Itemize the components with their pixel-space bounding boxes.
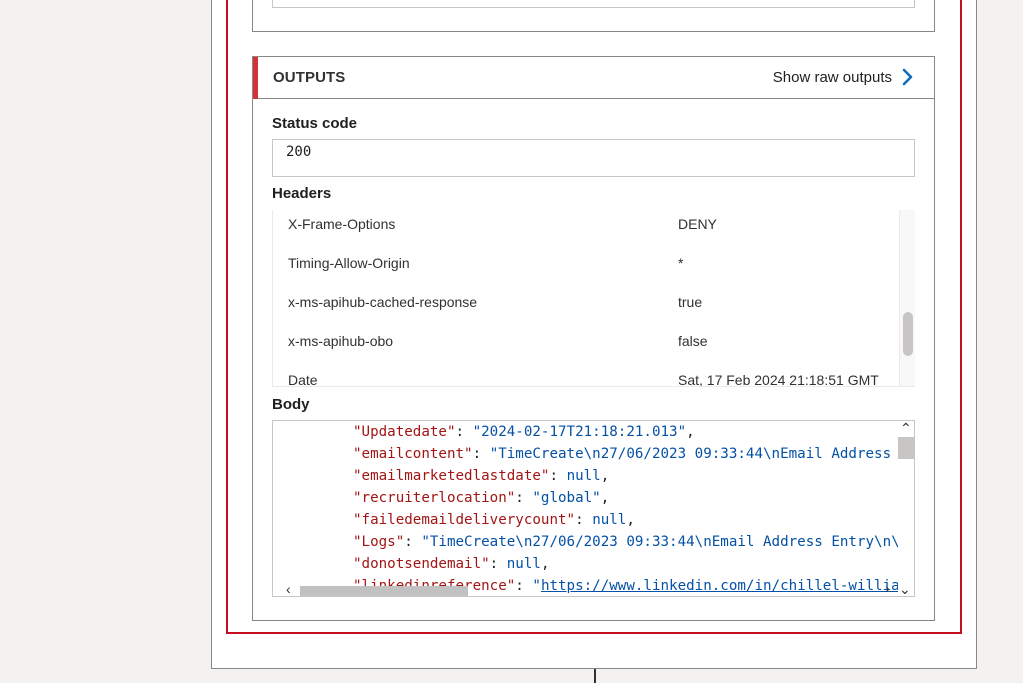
headers-table[interactable]: X-Frame-Options DENY Timing-Allow-Origin… (272, 210, 915, 387)
body-code-editor[interactable]: "Updatedate": "2024-02-17T21:18:21.013",… (272, 420, 915, 597)
outputs-title: OUTPUTS (273, 69, 346, 86)
show-raw-outputs-label: Show raw outputs (772, 68, 892, 86)
code-line: "failedemaildeliverycount": null, (353, 512, 635, 528)
header-row: x-ms-apihub-cached-response true (273, 288, 899, 327)
outputs-accent-bar (253, 57, 258, 99)
header-name: x-ms-apihub-cached-response (288, 294, 478, 310)
code-line: "Logs": "TimeCreate\n27/06/2023 09:33:44… (353, 534, 900, 550)
step-connector-line (594, 669, 596, 683)
body-horizontal-scrollbar[interactable] (273, 586, 914, 596)
body-vertical-scrollbar-thumb[interactable] (898, 437, 914, 459)
body-label: Body (272, 396, 310, 413)
header-value: DENY (678, 216, 717, 232)
header-name: Date (288, 372, 318, 387)
scroll-right-icon[interactable]: › (885, 581, 890, 595)
scroll-down-icon[interactable]: ⌄ (899, 582, 911, 596)
headers-label: Headers (272, 185, 332, 202)
scroll-left-icon[interactable]: ‹ (286, 582, 291, 596)
chevron-right-icon (902, 68, 913, 86)
header-row: Date Sat, 17 Feb 2024 21:18:51 GMT (273, 366, 899, 387)
code-line: "emailmarketedlastdate": null, (353, 468, 610, 484)
code-line: "recruiterlocation": "global", (353, 490, 610, 506)
code-line: "emailcontent": "TimeCreate\n27/06/2023 … (353, 446, 892, 462)
header-row: Timing-Allow-Origin * (273, 249, 899, 288)
header-name: x-ms-apihub-obo (288, 333, 394, 349)
header-value: true (678, 294, 703, 310)
header-row: x-ms-apihub-obo false (273, 327, 899, 366)
scroll-up-icon[interactable]: ⌃ (900, 421, 912, 435)
header-row: X-Frame-Options DENY (273, 210, 899, 249)
header-value: Sat, 17 Feb 2024 21:18:51 GMT (678, 372, 879, 387)
body-horizontal-scrollbar-thumb[interactable] (300, 586, 468, 596)
status-code-field: 200 (272, 139, 915, 177)
header-value: * (678, 255, 684, 271)
header-name: X-Frame-Options (288, 216, 396, 232)
code-line: "Updatedate": "2024-02-17T21:18:21.013", (353, 424, 695, 440)
headers-scrollbar-thumb[interactable] (903, 312, 913, 356)
inputs-field (272, 0, 915, 8)
header-name: Timing-Allow-Origin (288, 255, 410, 271)
header-value: false (678, 333, 708, 349)
code-line: "donotsendemail": null, (353, 556, 550, 572)
body-vertical-scrollbar[interactable]: ⌃ (898, 421, 914, 596)
show-raw-outputs-link[interactable]: Show raw outputs (773, 68, 914, 86)
outputs-header: OUTPUTS Show raw outputs (253, 57, 934, 99)
headers-scrollbar[interactable] (899, 210, 915, 386)
status-code-label: Status code (272, 115, 358, 132)
